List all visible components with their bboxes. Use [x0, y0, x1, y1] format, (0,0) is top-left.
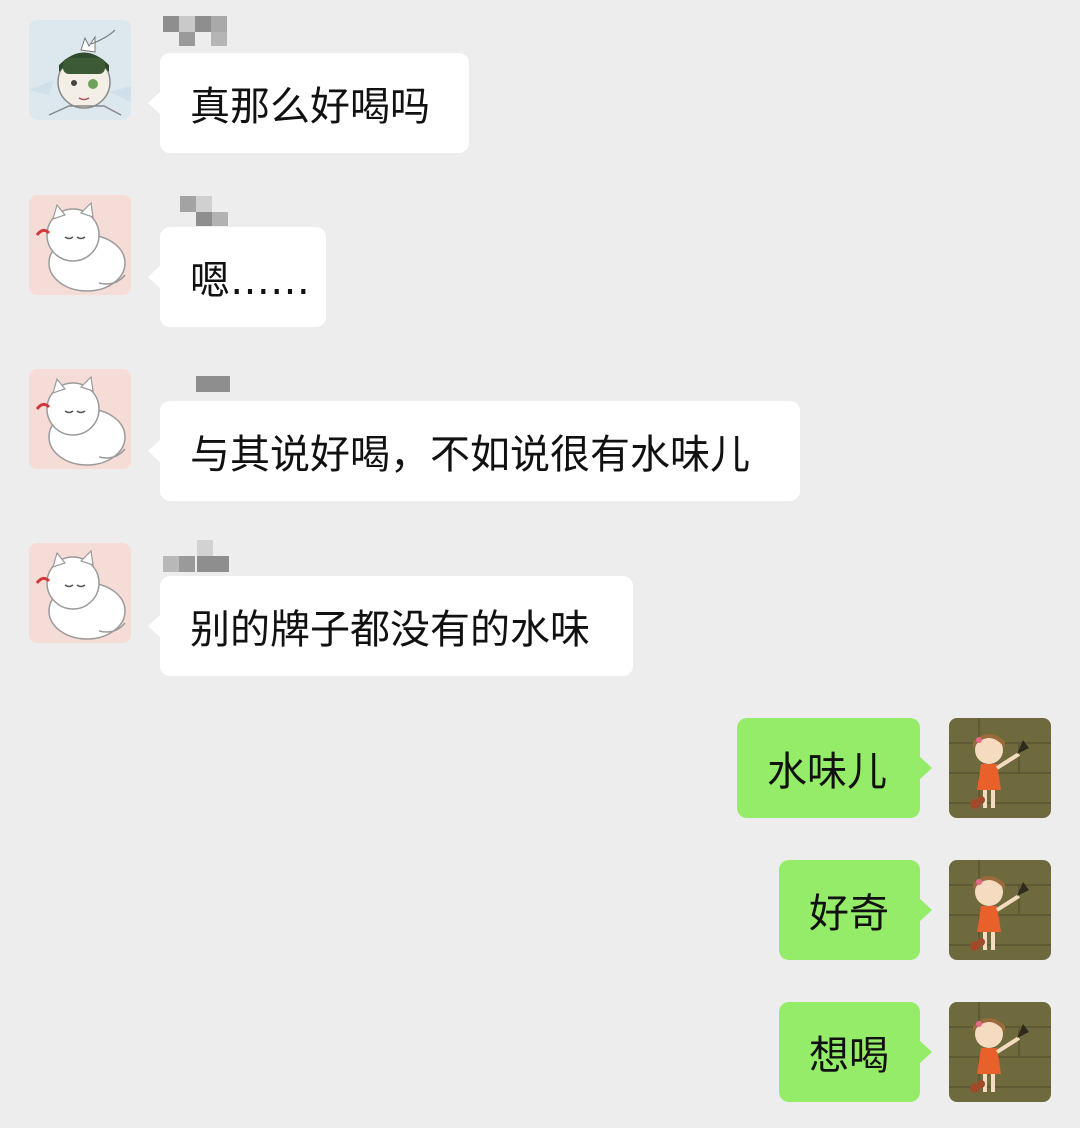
message-text: 嗯…… [190, 258, 310, 304]
message-bubble-outgoing[interactable]: 想喝 [779, 1002, 932, 1102]
chat-area: 真那么好喝吗 嗯…… 与其说好喝，不如说很有水味儿 别的牌子都没有的水味 水味儿… [0, 0, 1080, 1128]
message-text: 别的牌子都没有的水味 [190, 607, 590, 653]
message-bubble-incoming[interactable]: 别的牌子都没有的水味 [148, 576, 633, 676]
girl-orange-dress-avatar[interactable] [949, 718, 1051, 818]
message-text: 好奇 [809, 891, 889, 937]
message-bubble-incoming[interactable]: 与其说好喝，不如说很有水味儿 [148, 401, 800, 501]
girl-orange-dress-avatar[interactable] [949, 1002, 1051, 1102]
message-text: 与其说好喝，不如说很有水味儿 [190, 432, 750, 478]
message-text: 想喝 [809, 1033, 889, 1079]
sender-name-censored [163, 540, 263, 572]
sender-name-censored [180, 196, 280, 226]
message-bubble-outgoing[interactable]: 好奇 [779, 860, 932, 960]
white-cat-avatar[interactable] [29, 195, 131, 295]
sender-name-censored [163, 16, 263, 46]
message-bubble-incoming[interactable]: 嗯…… [148, 227, 326, 327]
girl-with-cat-avatar[interactable] [29, 20, 131, 120]
message-text: 真那么好喝吗 [190, 84, 430, 130]
girl-orange-dress-avatar[interactable] [949, 860, 1051, 960]
message-bubble-incoming[interactable]: 真那么好喝吗 [148, 53, 469, 153]
white-cat-avatar[interactable] [29, 543, 131, 643]
white-cat-avatar[interactable] [29, 369, 131, 469]
message-text: 水味儿 [767, 749, 887, 795]
message-bubble-outgoing[interactable]: 水味儿 [737, 718, 932, 818]
